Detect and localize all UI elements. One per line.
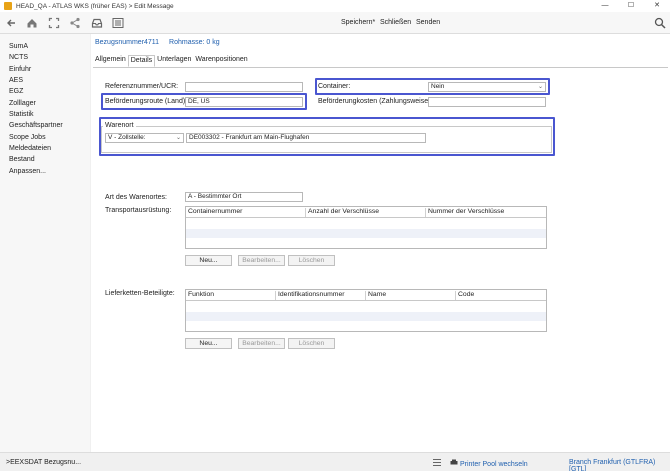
column-header: Code [458, 291, 475, 298]
ucr-input[interactable] [185, 82, 303, 92]
minimize-button[interactable]: — [592, 0, 618, 12]
column-header: Name [366, 291, 456, 300]
table-row [186, 312, 546, 321]
sidebar-item-suma[interactable]: SumA [9, 43, 28, 50]
ucr-label: Referenznummer/UCR: [105, 83, 179, 90]
reference-number: Bezugsnummer4711 [95, 39, 160, 46]
column-header: Funktion [186, 291, 276, 300]
branch-link[interactable]: Branch Frankfurt (GTLFRA) [GTL] [569, 459, 670, 471]
column-header: Identifikationsnummer [276, 291, 366, 300]
save-button[interactable]: Speichern* [341, 19, 375, 26]
sidebar: SumA NCTS Einfuhr AES EGZ Zolllager Stat… [0, 34, 90, 452]
app-logo-icon [4, 2, 12, 10]
sidebar-item-egz[interactable]: EGZ [9, 88, 23, 95]
inbox-icon[interactable] [91, 17, 103, 29]
transport-cost-input[interactable] [428, 97, 546, 107]
home-icon[interactable] [26, 17, 38, 29]
tab-bar: Allgemein Details Unterlagen Warenpositi… [93, 55, 250, 67]
column-header: Nummer der Verschlüsse [428, 208, 505, 215]
window-controls: — ☐ ✕ [592, 0, 670, 12]
window-title: HEAD_QA - ATLAS WKS (früher EAS) > Edit … [16, 2, 174, 10]
sidebar-item-meldedateien[interactable]: Meldedateien [9, 145, 51, 152]
close-window-button[interactable]: ✕ [644, 0, 670, 12]
printer-icon [450, 459, 460, 468]
supply-chain-table[interactable]: Funktion Identifikationsnummer Name Code [185, 289, 547, 332]
toolbar: Speichern* Schließen Senden [0, 12, 670, 34]
tab-allgemein[interactable]: Allgemein [93, 55, 128, 67]
transport-cost-label: Beförderungkosten (Zahlungsweise): [318, 98, 433, 105]
sidebar-item-scope-jobs[interactable]: Scope Jobs [9, 134, 46, 141]
table-row [186, 229, 546, 238]
container-highlight [315, 78, 550, 95]
tab-details[interactable]: Details [127, 55, 156, 67]
maximize-button[interactable]: ☐ [618, 0, 644, 12]
equipment-new-button[interactable]: Neu... [185, 255, 232, 266]
table-header: Containernummer Anzahl der Verschlüsse N… [186, 207, 546, 218]
art-label: Art des Warenortes: [105, 194, 167, 201]
sidebar-item-geschaeftspartner[interactable]: Geschäftspartner [9, 122, 63, 129]
sidebar-item-ncts[interactable]: NCTS [9, 54, 28, 61]
title-bar: HEAD_QA - ATLAS WKS (früher EAS) > Edit … [0, 0, 670, 12]
warenort-highlight [99, 117, 555, 156]
back-icon[interactable] [5, 17, 17, 29]
gross-weight: Rohmasse: 0 kg [169, 39, 220, 46]
sidebar-item-zolllager[interactable]: Zolllager [9, 100, 36, 107]
equipment-edit-button[interactable]: Bearbeiten... [238, 255, 285, 266]
send-button[interactable]: Senden [416, 19, 440, 26]
table-header: Funktion Identifikationsnummer Name Code [186, 290, 546, 301]
sidebar-item-aes[interactable]: AES [9, 77, 23, 84]
sidebar-item-einfuhr[interactable]: Einfuhr [9, 66, 31, 73]
list-icon[interactable] [432, 458, 442, 469]
supply-chain-label: Lieferketten-Beteiligte: [105, 290, 175, 297]
sidebar-item-anpassen[interactable]: Anpassen... [9, 168, 46, 175]
main-panel: Bezugsnummer4711 Rohmasse: 0 kg Allgemei… [91, 34, 670, 452]
tab-divider [93, 67, 668, 68]
status-bar: >EEXSDAT Bezugsnu... Printer Pool wechse… [0, 452, 670, 471]
art-input[interactable]: A - Bestimmter Ort [185, 192, 303, 202]
column-header: Anzahl der Verschlüsse [306, 208, 426, 217]
supply-edit-button[interactable]: Bearbeiten... [238, 338, 285, 349]
transport-equipment-table[interactable]: Containernummer Anzahl der Verschlüsse N… [185, 206, 547, 249]
route-highlight [101, 93, 307, 110]
printer-pool-link[interactable]: Printer Pool wechseln [450, 459, 528, 468]
printer-pool-label: Printer Pool wechseln [459, 461, 528, 468]
column-header: Containernummer [186, 208, 306, 217]
open-message-tab[interactable]: >EEXSDAT Bezugsnu... [6, 459, 81, 466]
sidebar-item-statistik[interactable]: Statistik [9, 111, 34, 118]
message-header: Bezugsnummer4711 Rohmasse: 0 kg [95, 39, 228, 46]
sidebar-item-bestand[interactable]: Bestand [9, 156, 35, 163]
transport-equipment-label: Transportausrüstung: [105, 207, 172, 214]
share-icon[interactable] [69, 17, 81, 29]
fullscreen-icon[interactable] [48, 17, 60, 29]
close-button[interactable]: Schließen [380, 19, 411, 26]
menu-icon[interactable] [112, 17, 124, 29]
supply-delete-button[interactable]: Löschen [288, 338, 335, 349]
tab-unterlagen[interactable]: Unterlagen [155, 55, 193, 67]
search-icon[interactable] [654, 17, 666, 29]
tab-warenpositionen[interactable]: Warenpositionen [193, 55, 249, 67]
supply-new-button[interactable]: Neu... [185, 338, 232, 349]
equipment-delete-button[interactable]: Löschen [288, 255, 335, 266]
